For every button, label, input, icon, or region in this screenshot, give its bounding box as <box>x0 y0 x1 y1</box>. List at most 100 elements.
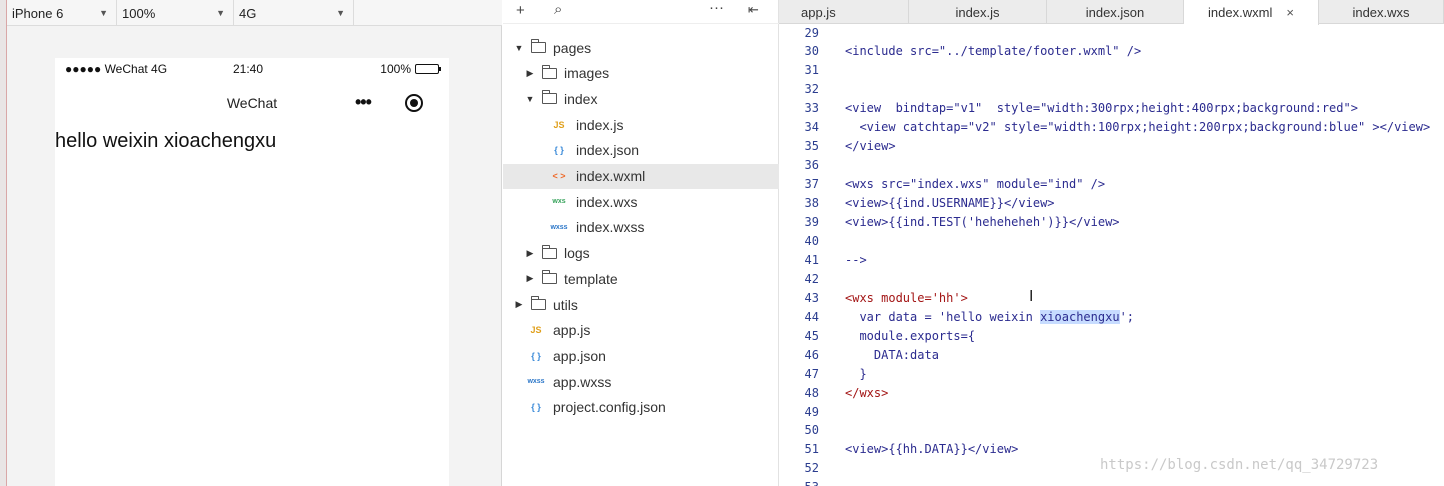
line-text: <include src="../template/footer.wxml" /… <box>845 44 1142 59</box>
tree-item-label: index.js <box>576 116 624 133</box>
more-icon[interactable]: ··· <box>709 0 724 16</box>
tree-folder[interactable]: ▶ images <box>503 61 779 86</box>
caret-right-icon[interactable]: ▶ <box>524 273 536 284</box>
editor-tabs: app.js index.js index.json index.wxml × index… <box>779 0 1444 25</box>
more-icon[interactable]: ••• <box>355 92 372 113</box>
tab-index-json[interactable]: index.json <box>1047 0 1184 24</box>
tree-folder[interactable]: ▼ index <box>503 86 779 111</box>
line-number: 46 <box>804 347 819 362</box>
tree-folder[interactable]: ▶ template <box>503 266 779 291</box>
device-select[interactable]: iPhone 6 ▼ <box>7 0 117 26</box>
line-number: 40 <box>804 233 819 248</box>
battery-icon <box>415 64 441 74</box>
code-line: 53 <box>779 478 1444 486</box>
tree-file[interactable]: { } project.config.json <box>503 395 779 420</box>
ibeam-cursor-icon: I <box>1029 288 1034 305</box>
line-number: 51 <box>804 442 819 457</box>
caret-down-icon[interactable]: ▼ <box>524 94 536 104</box>
line-text: </view> <box>845 139 896 154</box>
code-line: 29 <box>779 23 1444 42</box>
code-line: 31 <box>779 61 1444 80</box>
device-select-value: iPhone 6 <box>12 5 64 21</box>
tree-file[interactable]: { } index.json <box>503 138 779 163</box>
tree-folder[interactable]: ▶ utils <box>503 292 779 317</box>
tree-item-label: app.js <box>553 322 591 339</box>
tab-app-js[interactable]: app.js <box>779 0 909 24</box>
line-text: <view>{{ind.USERNAME}}</view> <box>845 196 1055 211</box>
folder-icon <box>531 296 546 310</box>
tree-file[interactable]: JS index.js <box>503 112 779 137</box>
tree-item-label: index.json <box>576 142 640 159</box>
line-number: 30 <box>804 44 819 59</box>
code-line: 35 </view> <box>779 137 1444 156</box>
folder-open-icon <box>531 39 546 53</box>
line-number: 45 <box>804 328 819 343</box>
tree-item-label: index <box>564 90 598 107</box>
file-explorer: + ⌕ ··· ⇤ ▼ pages ▶ images ▼ index JS index.js {… <box>503 0 779 486</box>
tree-file[interactable]: wxss app.wxss <box>503 369 779 394</box>
caret-right-icon[interactable]: ▶ <box>524 248 536 259</box>
code-line: 48 </wxs> <box>779 383 1444 402</box>
nav-bar: WeChat ••• <box>55 88 449 118</box>
zoom-select-value: 100% <box>122 5 156 21</box>
wxml-file-icon: < > <box>552 171 566 181</box>
close-capsule-icon[interactable] <box>405 94 423 112</box>
chevron-down-icon: ▼ <box>216 8 225 18</box>
caret-right-icon[interactable]: ▶ <box>513 299 525 310</box>
status-battery: 100% <box>380 62 441 76</box>
tree-item-label: images <box>564 65 610 82</box>
line-text: <view bindtap="v1" style="width:300rpx;h… <box>845 101 1358 116</box>
status-time: 21:40 <box>233 62 264 76</box>
code-line: 45 module.exports={ <box>779 326 1444 345</box>
tree-folder[interactable]: ▼ pages <box>503 35 779 60</box>
json-file-icon: { } <box>531 402 541 413</box>
tab-label: index.wxs <box>1352 4 1410 20</box>
line-text: <view>{{ind.TEST('heheheheh')}}</view> <box>845 215 1120 229</box>
line-number: 32 <box>804 82 819 97</box>
tree-file[interactable]: wxss index.wxss <box>503 215 779 240</box>
search-icon[interactable]: ⌕ <box>554 1 562 18</box>
tree-folder[interactable]: ▶ logs <box>503 241 779 266</box>
code-line: 36 <box>779 156 1444 175</box>
chevron-down-icon: ▼ <box>99 8 108 18</box>
line-number: 38 <box>804 196 819 211</box>
tree-item-label: pages <box>553 39 592 56</box>
line-number: 33 <box>804 101 819 116</box>
collapse-icon[interactable]: ⇤ <box>748 2 759 18</box>
line-text: <view>{{hh.DATA}}</view> <box>845 442 1019 457</box>
caret-right-icon[interactable]: ▶ <box>524 68 536 79</box>
tree-file[interactable]: wxs index.wxs <box>503 189 779 214</box>
sim-left-edge <box>0 0 7 486</box>
tab-index-js[interactable]: index.js <box>909 0 1047 24</box>
line-text: </wxs> <box>845 385 889 400</box>
code-line: 37 <wxs src="index.wxs" module="ind" /> <box>779 175 1444 194</box>
tab-index-wxs[interactable]: index.wxs <box>1319 0 1444 24</box>
line-number: 53 <box>779 480 819 486</box>
tree-file[interactable]: JS app.js <box>503 318 779 343</box>
tree-item-label: index.wxml <box>576 168 646 184</box>
line-text: <view catchtap="v2" style="width:100rpx;… <box>845 120 1431 135</box>
line-number: 44 <box>804 309 819 324</box>
caret-down-icon[interactable]: ▼ <box>513 43 525 53</box>
selected-text: xioachengxu <box>1040 309 1120 324</box>
add-icon[interactable]: + <box>516 2 525 19</box>
network-select[interactable]: 4G ▼ <box>234 0 354 26</box>
code-line: 40 <box>779 231 1444 250</box>
tree-item-label: utils <box>553 296 578 313</box>
tab-index-wxml[interactable]: index.wxml × <box>1184 0 1319 25</box>
close-icon[interactable]: × <box>1286 5 1294 20</box>
tree-file[interactable]: { } app.json <box>503 343 779 368</box>
line-number: 49 <box>804 404 819 419</box>
line-number: 34 <box>804 120 819 135</box>
tree-file[interactable]: < > index.wxml <box>503 163 779 189</box>
tree-item-label: project.config.json <box>553 399 666 416</box>
nav-title: WeChat <box>226 95 278 111</box>
line-text: <wxs module='hh'> <box>845 290 968 305</box>
status-carrier: ●●●●● WeChat 4G <box>65 62 168 76</box>
line-number: 36 <box>804 158 819 173</box>
watermark: https://blog.csdn.net/qq_34729723 <box>1100 457 1379 473</box>
json-file-icon: { } <box>531 350 541 361</box>
code-area[interactable]: 29 30 <include src="../template/footer.wxm… <box>779 24 1444 486</box>
code-line: 34 <view catchtap="v2" style="width:100r… <box>779 118 1444 137</box>
zoom-select[interactable]: 100% ▼ <box>117 0 234 26</box>
